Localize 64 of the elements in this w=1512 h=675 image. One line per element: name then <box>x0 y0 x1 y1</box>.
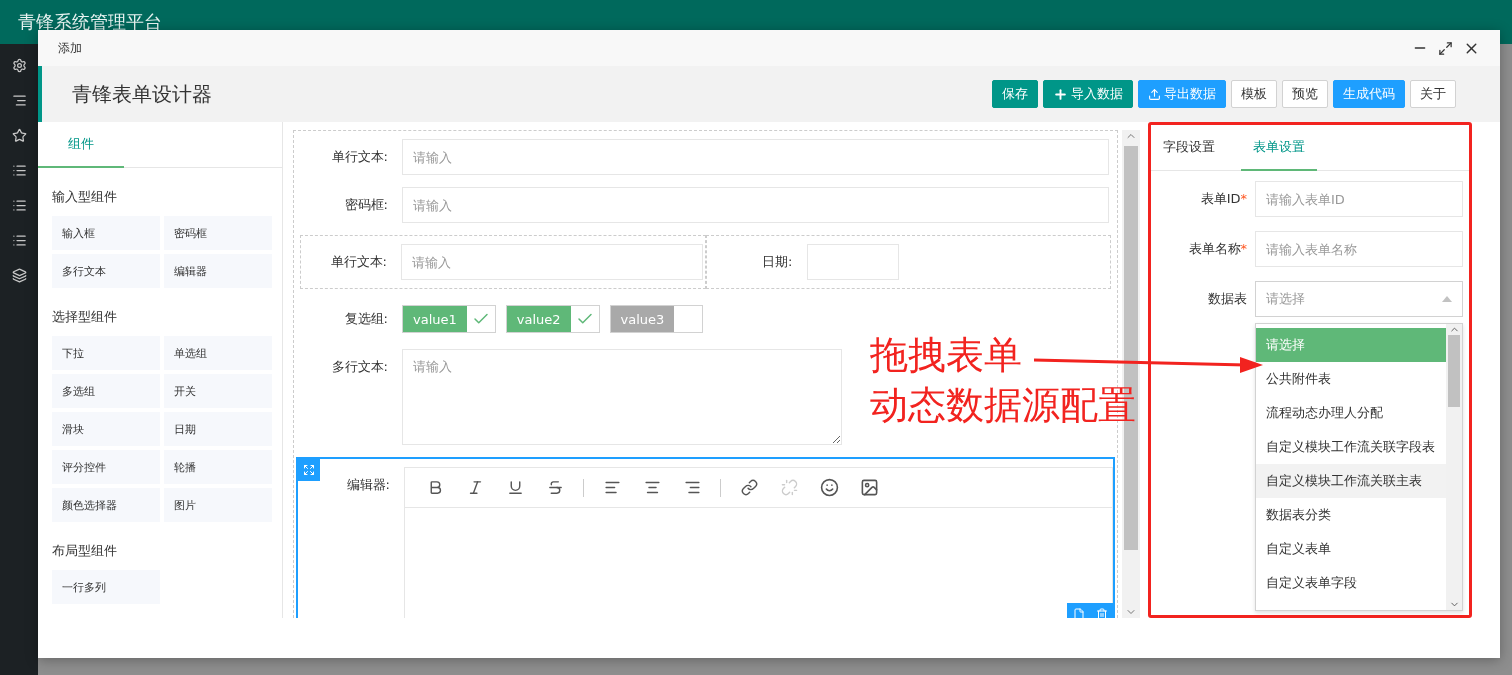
field-label: 数据表 <box>1207 290 1248 308</box>
palette-item[interactable]: 一行多列 <box>52 570 160 604</box>
palette-item[interactable]: 编辑器 <box>164 254 272 288</box>
palette-item[interactable]: 轮播 <box>164 450 272 484</box>
palette-item[interactable]: 多行文本 <box>52 254 160 288</box>
maximize-icon[interactable] <box>1438 40 1453 56</box>
palette-item[interactable]: 滑块 <box>52 412 160 446</box>
field-label: 单行文本: <box>330 148 389 166</box>
text-input[interactable]: 请输入表单ID <box>1255 181 1463 217</box>
trash-icon[interactable] <box>1095 608 1108 618</box>
settings-tab[interactable]: 表单设置 <box>1241 125 1317 171</box>
text-input[interactable]: 请输入表单名称 <box>1255 231 1463 267</box>
layers-icon[interactable] <box>11 268 27 283</box>
field-label: 多行文本: <box>330 358 389 376</box>
palette-tab[interactable]: 组件 <box>38 122 124 168</box>
field-label: 日期: <box>761 253 794 271</box>
palette-item[interactable]: 单选组 <box>164 336 272 370</box>
palette-item[interactable]: 开关 <box>164 374 272 408</box>
star-icon[interactable] <box>11 128 27 143</box>
list-icon[interactable] <box>11 163 27 178</box>
text-input[interactable]: 请输入 <box>401 244 703 280</box>
scrollbar[interactable] <box>1446 324 1462 610</box>
palette-item[interactable]: 输入框 <box>52 216 160 250</box>
menu-icon[interactable] <box>11 93 27 108</box>
annotation-text: 拖拽表单 <box>870 332 1023 379</box>
dialog-title: 添加 <box>58 39 82 57</box>
upload-icon <box>1148 87 1161 101</box>
toolbar-button[interactable]: 导入数据 <box>1043 80 1133 108</box>
list-icon[interactable] <box>11 233 27 248</box>
scroll-thumb[interactable] <box>1448 335 1460 407</box>
gear-icon[interactable] <box>11 58 27 73</box>
plus-icon <box>1053 86 1068 102</box>
palette-item[interactable]: 下拉 <box>52 336 160 370</box>
toolbar-button[interactable]: 关于 <box>1410 80 1456 108</box>
annotation-text: 动态数据源配置 <box>870 382 1136 429</box>
toolbar-button[interactable]: 保存 <box>992 80 1038 108</box>
toolbar-button[interactable]: 预览 <box>1282 80 1328 108</box>
palette-item[interactable]: 多选组 <box>52 374 160 408</box>
text-input[interactable]: 请输入 <box>402 139 1109 175</box>
editor-field[interactable]: 编辑器: <box>296 457 1115 618</box>
field-label: 单行文本: <box>329 253 388 271</box>
list-icon[interactable] <box>11 198 27 213</box>
field-label: 编辑器: <box>345 476 391 494</box>
date-input[interactable] <box>806 244 899 280</box>
dropdown-option[interactable]: 自定义模块工作流关联主表 <box>1256 464 1446 498</box>
palette-item[interactable]: 评分控件 <box>52 450 160 484</box>
palette-item[interactable]: 颜色选择器 <box>52 488 160 522</box>
textarea-input[interactable]: 请输入 <box>402 349 842 445</box>
text-input[interactable]: 请输入 <box>402 187 1109 223</box>
expand-icon[interactable] <box>298 459 320 481</box>
settings-tab[interactable]: 字段设置 <box>1151 125 1227 171</box>
field-label: 表单名称* <box>1187 240 1248 258</box>
palette-item[interactable]: 密码框 <box>164 216 272 250</box>
palette-item[interactable]: 图片 <box>164 488 272 522</box>
group-title: 选择型组件 <box>52 308 118 326</box>
palette-item[interactable]: 日期 <box>164 412 272 446</box>
app-title: 青锋系统管理平台 <box>18 10 162 34</box>
designer-title: 青锋表单设计器 <box>72 80 212 108</box>
toolbar-button[interactable]: 模板 <box>1231 80 1277 108</box>
field-label: 复选组: <box>343 310 389 328</box>
field-label: 表单ID* <box>1199 190 1248 208</box>
group-title: 布局型组件 <box>52 542 118 560</box>
group-title: 输入型组件 <box>52 188 118 206</box>
field-label: 密码框: <box>343 196 389 214</box>
